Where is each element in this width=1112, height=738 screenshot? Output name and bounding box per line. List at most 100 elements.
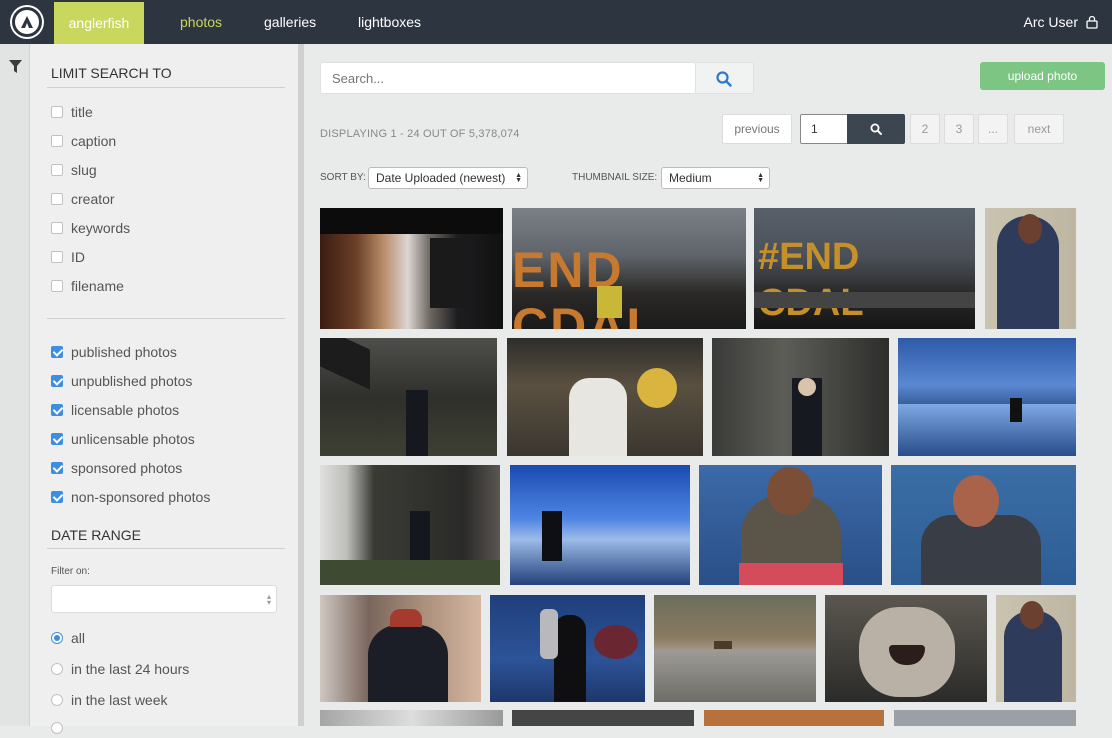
photo-thumbnail[interactable] xyxy=(320,710,503,726)
top-nav-bar: anglerfish photos galleries lightboxes A… xyxy=(0,0,1112,44)
page-button-3[interactable]: 3 xyxy=(944,114,974,144)
photo-thumbnail[interactable]: #END CDAL xyxy=(754,208,975,329)
radio[interactable] xyxy=(51,694,63,706)
photo-thumbnail[interactable] xyxy=(512,710,694,726)
filter-non-sponsored-photos[interactable]: non-sponsored photos xyxy=(51,487,210,507)
field-label: filename xyxy=(71,278,124,294)
photo-thumbnail[interactable] xyxy=(320,465,500,585)
field-option-creator[interactable]: creator xyxy=(51,189,115,209)
date-field-select[interactable]: ▴ ▾ xyxy=(51,585,277,613)
checkbox[interactable] xyxy=(51,222,63,234)
sort-select[interactable]: Date Uploaded (newest) ▲ ▼ xyxy=(368,167,528,189)
date-range-heading: DATE RANGE xyxy=(51,527,141,543)
field-option-id[interactable]: ID xyxy=(51,247,85,267)
filter-licensable-photos[interactable]: licensable photos xyxy=(51,400,179,420)
select-arrows-icon: ▲ ▼ xyxy=(515,172,522,184)
checkbox-checked[interactable] xyxy=(51,433,63,445)
checkbox-checked[interactable] xyxy=(51,375,63,387)
checkbox[interactable] xyxy=(51,251,63,263)
radio[interactable] xyxy=(51,663,63,675)
magnifier-icon xyxy=(870,123,882,135)
filter-unpublished-photos[interactable]: unpublished photos xyxy=(51,371,192,391)
field-label: slug xyxy=(71,162,97,178)
range-option-partial[interactable] xyxy=(51,718,71,738)
upload-photo-button[interactable]: upload photo xyxy=(980,62,1105,90)
filter-on-label: Filter on: xyxy=(51,566,90,577)
photo-thumbnail[interactable] xyxy=(320,338,497,456)
photo-thumbnail[interactable] xyxy=(712,338,889,456)
nav-brand-anglerfish[interactable]: anglerfish xyxy=(54,2,144,44)
range-label: all xyxy=(71,630,86,646)
limit-search-heading: LIMIT SEARCH TO xyxy=(51,65,172,81)
thumbnail-size-label: THUMBNAIL SIZE: xyxy=(572,172,658,183)
range-option-all[interactable]: all xyxy=(51,628,85,648)
go-to-page-button[interactable] xyxy=(847,114,905,144)
field-option-filename[interactable]: filename xyxy=(51,276,124,296)
search-field[interactable] xyxy=(320,62,696,94)
range-option-last-week[interactable]: in the last week xyxy=(51,690,168,710)
radio-selected[interactable] xyxy=(51,632,63,644)
photo-thumbnail[interactable] xyxy=(320,595,481,702)
range-option-24-hours[interactable]: in the last 24 hours xyxy=(51,659,189,679)
divider xyxy=(47,87,285,88)
radio[interactable] xyxy=(51,722,63,734)
photo-thumbnail[interactable] xyxy=(825,595,987,702)
photo-results-panel: upload photo DISPLAYING 1 - 24 OUT OF 5,… xyxy=(304,44,1112,726)
checkbox-checked[interactable] xyxy=(51,346,63,358)
field-label: keywords xyxy=(71,220,131,236)
user-name: Arc User xyxy=(1023,14,1078,30)
field-option-keywords[interactable]: keywords xyxy=(51,218,130,238)
photo-thumbnail[interactable] xyxy=(996,595,1076,702)
checkbox-checked[interactable] xyxy=(51,491,63,503)
checkbox-checked[interactable] xyxy=(51,404,63,416)
photo-thumbnail[interactable] xyxy=(894,710,1076,726)
filter-toggle-strip[interactable] xyxy=(0,44,30,726)
page-number-input[interactable]: 1 xyxy=(800,114,848,144)
photo-thumbnail[interactable] xyxy=(490,595,645,702)
nav-item-galleries[interactable]: galleries xyxy=(264,0,316,44)
checkbox[interactable] xyxy=(51,106,63,118)
nav-item-photos[interactable]: photos xyxy=(180,0,222,44)
photo-thumbnail[interactable] xyxy=(891,465,1076,585)
field-option-title[interactable]: title xyxy=(51,102,93,122)
filter-label: published photos xyxy=(71,344,177,360)
next-page-button[interactable]: next xyxy=(1014,114,1064,144)
photo-thumbnail[interactable] xyxy=(704,710,884,726)
photo-thumbnail[interactable] xyxy=(507,338,703,456)
field-option-caption[interactable]: caption xyxy=(51,131,116,151)
divider xyxy=(47,318,285,319)
thumbnail-size-value: Medium xyxy=(669,171,712,185)
magnifier-icon xyxy=(716,71,732,87)
checkbox[interactable] xyxy=(51,164,63,176)
field-option-slug[interactable]: slug xyxy=(51,160,97,180)
filter-label: licensable photos xyxy=(71,402,180,418)
checkbox[interactable] xyxy=(51,193,63,205)
filter-label: sponsored photos xyxy=(71,460,183,476)
photo-thumbnail[interactable] xyxy=(898,338,1076,456)
search-button[interactable] xyxy=(696,62,754,94)
nav-item-lightboxes[interactable]: lightboxes xyxy=(358,0,421,44)
photo-thumbnail[interactable] xyxy=(510,465,690,585)
field-label: ID xyxy=(71,249,85,265)
checkbox-checked[interactable] xyxy=(51,462,63,474)
filter-unlicensable-photos[interactable]: unlicensable photos xyxy=(51,429,195,449)
filter-label: non-sponsored photos xyxy=(71,489,211,505)
search-filter-sidebar: LIMIT SEARCH TO title caption slug creat… xyxy=(30,44,298,734)
page-button-2[interactable]: 2 xyxy=(910,114,940,144)
filter-published-photos[interactable]: published photos xyxy=(51,342,177,362)
photo-thumbnail[interactable]: END CDAL xyxy=(512,208,746,329)
thumbnail-size-select[interactable]: Medium ▲ ▼ xyxy=(661,167,770,189)
previous-page-button[interactable]: previous xyxy=(722,114,792,144)
photo-thumbnail[interactable] xyxy=(320,208,503,329)
lock-icon xyxy=(1086,15,1098,29)
checkbox[interactable] xyxy=(51,135,63,147)
search-input[interactable] xyxy=(321,63,681,93)
range-label: in the last 24 hours xyxy=(71,661,190,677)
user-menu[interactable]: Arc User xyxy=(1024,0,1098,44)
photo-thumbnail[interactable] xyxy=(985,208,1076,329)
checkbox[interactable] xyxy=(51,280,63,292)
photo-thumbnail[interactable] xyxy=(699,465,882,585)
arc-logo-icon[interactable] xyxy=(12,7,42,37)
photo-thumbnail[interactable] xyxy=(654,595,816,702)
filter-sponsored-photos[interactable]: sponsored photos xyxy=(51,458,182,478)
